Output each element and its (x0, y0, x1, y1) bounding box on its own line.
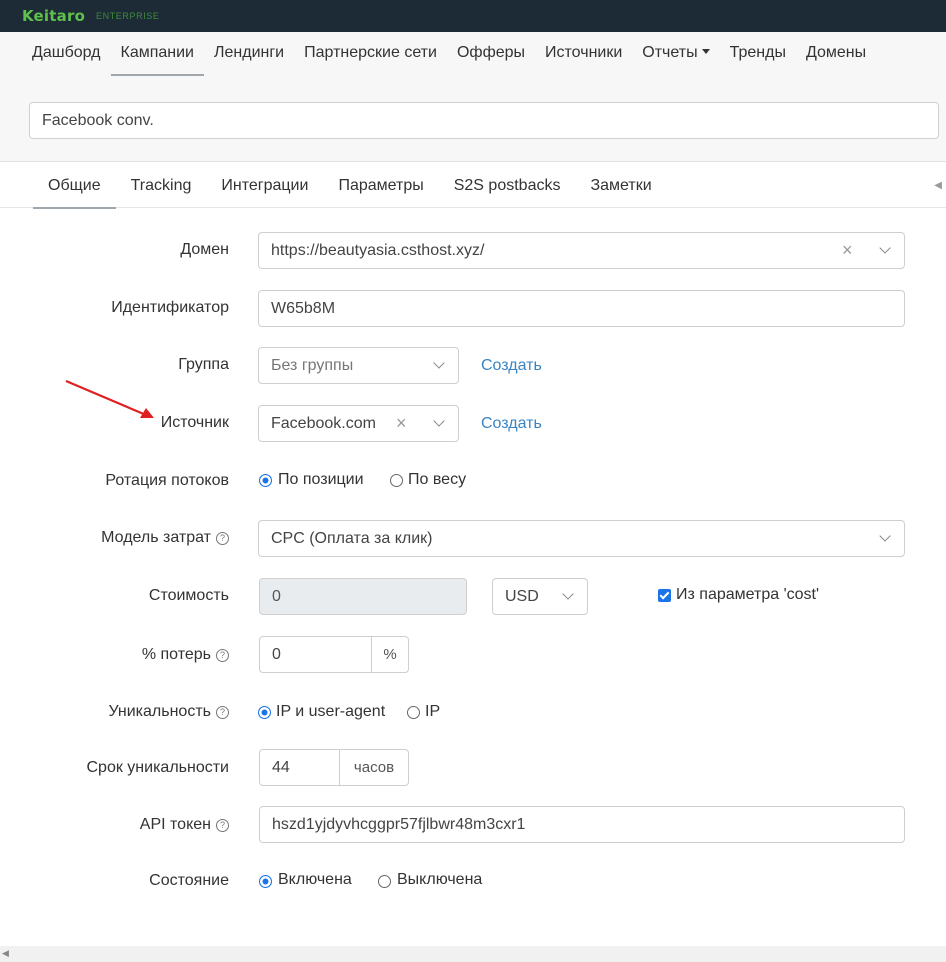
cost-input: 0 (259, 578, 467, 615)
state-disabled-label[interactable]: Выключена (397, 871, 482, 889)
domain-clear-icon[interactable]: × (842, 241, 853, 259)
caret-down-icon (701, 49, 710, 54)
uniqueness-ip-ua-label[interactable]: IP и user-agent (276, 703, 385, 721)
nav-item-reports[interactable]: Отчеты (632, 32, 719, 76)
rotation-position-radio[interactable] (259, 474, 272, 487)
source-create-link[interactable]: Создать (481, 415, 542, 433)
nav-item-reports-label: Отчеты (642, 44, 698, 61)
help-icon[interactable]: ? (216, 706, 229, 719)
uniqueness-ip-ua-radio[interactable] (258, 706, 271, 719)
api-token-label: API токен? (140, 816, 229, 834)
state-enabled-label[interactable]: Включена (278, 871, 352, 889)
cost-model-label: Модель затрат? (101, 529, 229, 547)
uniqueness-period-value: 44 (272, 759, 290, 776)
uniqueness-period-label: Срок уникальности (86, 759, 230, 776)
domain-label: Домен (180, 241, 229, 258)
rotation-weight-radio[interactable] (390, 474, 403, 487)
tab-notes[interactable]: Заметки (575, 162, 666, 208)
horizontal-scrollbar[interactable]: ◀ (0, 946, 946, 962)
uniqueness-period-unit-addon: часов (340, 749, 409, 786)
group-select[interactable]: Без группы (258, 347, 459, 384)
cost-model-select[interactable]: CPC (Оплата за клик) (258, 520, 905, 557)
main-nav: Дашборд Кампании Лендинги Партнерские се… (22, 32, 876, 76)
brand-logo[interactable]: Keitaro (22, 7, 85, 25)
identifier-input[interactable]: W65b8M (258, 290, 905, 327)
nav-item-affiliate-networks[interactable]: Партнерские сети (294, 32, 447, 76)
uniqueness-ip-radio[interactable] (407, 706, 420, 719)
top-bar: Keitaro ENTERPRISE (0, 0, 946, 32)
nav-item-landings[interactable]: Лендинги (204, 32, 294, 76)
annotation-arrow (65, 379, 154, 418)
tab-parameters[interactable]: Параметры (323, 162, 438, 208)
cost-value: 0 (272, 588, 281, 605)
nav-item-offers[interactable]: Офферы (447, 32, 535, 76)
state-enabled-radio[interactable] (259, 875, 272, 888)
group-create-link[interactable]: Создать (481, 357, 542, 375)
state-disabled-radio[interactable] (378, 875, 391, 888)
nav-item-campaigns[interactable]: Кампании (110, 32, 205, 76)
uniqueness-period-input[interactable]: 44 (259, 749, 340, 786)
campaign-name-input[interactable] (29, 102, 939, 139)
cost-from-param-label[interactable]: Из параметра 'cost' (676, 586, 819, 604)
navbar: Дашборд Кампании Лендинги Партнерские се… (0, 32, 946, 162)
scroll-left-icon[interactable]: ◀ (2, 948, 9, 959)
identifier-value: W65b8M (271, 300, 336, 317)
tab-s2s-postbacks[interactable]: S2S postbacks (439, 162, 576, 208)
loss-value: 0 (272, 646, 281, 663)
nav-item-trends[interactable]: Тренды (720, 32, 796, 76)
uniqueness-ip-label[interactable]: IP (425, 703, 440, 721)
api-token-label-text: API токен (139, 816, 211, 833)
rotation-weight-label[interactable]: По весу (408, 471, 466, 489)
help-icon[interactable]: ? (216, 819, 229, 832)
currency-select[interactable]: USD (492, 578, 588, 615)
rotation-label: Ротация потоков (105, 472, 229, 489)
api-token-value: hszd1yjdyvhcggpr57fjlbwr48m3cxr1 (272, 816, 526, 833)
cost-model-label-text: Модель затрат (101, 529, 211, 546)
uniqueness-label: Уникальность? (108, 703, 229, 721)
tab-tracking[interactable]: Tracking (116, 162, 207, 208)
tab-general[interactable]: Общие (33, 162, 116, 209)
loss-label: % потерь? (142, 646, 229, 664)
cost-model-value: CPC (Оплата за клик) (271, 530, 433, 547)
rotation-position-label[interactable]: По позиции (278, 471, 364, 489)
nav-item-sources[interactable]: Источники (535, 32, 632, 76)
source-label: Источник (160, 414, 229, 431)
group-value: Без группы (271, 357, 354, 374)
source-select[interactable]: Facebook.com (258, 405, 459, 442)
tab-scroll-left-icon[interactable]: ◀ (934, 180, 942, 191)
domain-select[interactable]: https://beautyasia.csthost.xyz/ (258, 232, 905, 269)
source-clear-icon[interactable]: × (396, 414, 407, 432)
loss-unit-addon: % (372, 636, 409, 673)
help-icon[interactable]: ? (216, 532, 229, 545)
group-label: Группа (178, 356, 229, 373)
brand-edition: ENTERPRISE (96, 11, 160, 21)
domain-value: https://beautyasia.csthost.xyz/ (271, 242, 485, 259)
loss-input[interactable]: 0 (259, 636, 372, 673)
cost-from-param-checkbox[interactable] (658, 589, 671, 602)
api-token-input[interactable]: hszd1yjdyvhcggpr57fjlbwr48m3cxr1 (259, 806, 905, 843)
campaign-tabs: Общие Tracking Интеграции Параметры S2S … (0, 162, 946, 209)
currency-value: USD (505, 588, 539, 605)
nav-item-dashboard[interactable]: Дашборд (22, 32, 111, 76)
uniqueness-label-text: Уникальность (108, 703, 211, 720)
source-value: Facebook.com (271, 415, 376, 432)
help-icon[interactable]: ? (216, 649, 229, 662)
tab-integrations[interactable]: Интеграции (206, 162, 323, 208)
state-label: Состояние (149, 872, 229, 889)
nav-item-domains[interactable]: Домены (796, 32, 876, 76)
cost-label: Стоимость (148, 587, 229, 604)
identifier-label: Идентификатор (111, 299, 229, 316)
loss-label-text: % потерь (141, 646, 211, 663)
